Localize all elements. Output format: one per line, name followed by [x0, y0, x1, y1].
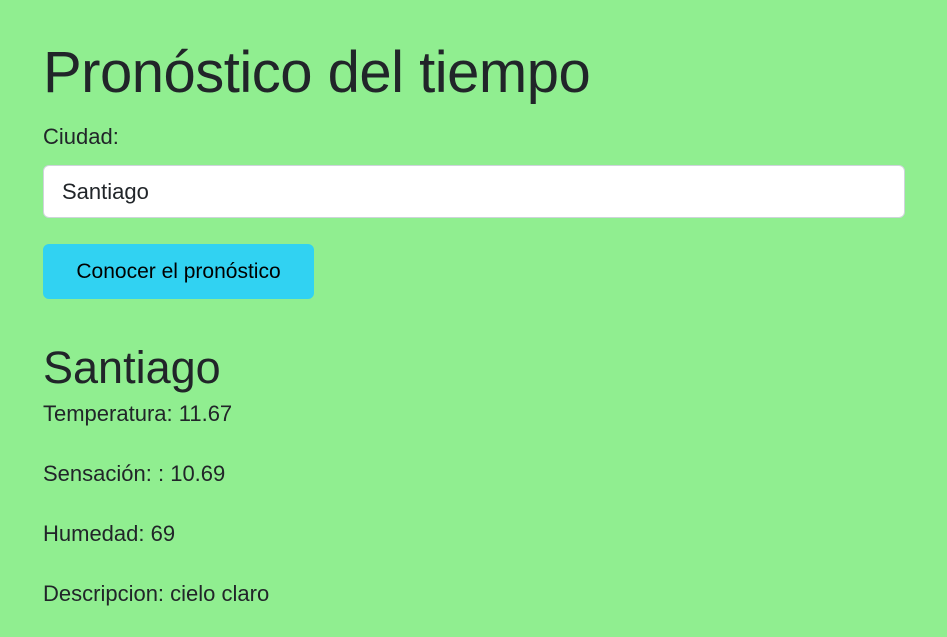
humidity-value: 69 — [150, 521, 176, 546]
humidity-row: Humedad: 69 — [43, 520, 175, 548]
app-container: Pronóstico del tiempo Ciudad: Conocer el… — [0, 0, 947, 637]
feels-like-label: Sensación: : — [43, 461, 165, 486]
feels-like-value: 10.69 — [170, 461, 226, 486]
city-input[interactable] — [43, 165, 905, 218]
page-title: Pronóstico del tiempo — [43, 40, 591, 105]
description-value: cielo claro — [170, 581, 270, 606]
temperature-label: Temperatura: — [43, 401, 173, 426]
humidity-label: Humedad: — [43, 521, 145, 546]
description-row: Descripcion: cielo claro — [43, 580, 269, 608]
feels-like-row: Sensación: : 10.69 — [43, 460, 225, 488]
city-label: Ciudad: — [43, 124, 119, 149]
result-city-heading: Santiago — [43, 342, 221, 393]
temperature-value: 11.67 — [178, 401, 233, 426]
description-label: Descripcion: — [43, 581, 165, 606]
get-forecast-button[interactable]: Conocer el pronóstico — [43, 244, 314, 299]
temperature-row: Temperatura: 11.67 — [43, 400, 232, 428]
